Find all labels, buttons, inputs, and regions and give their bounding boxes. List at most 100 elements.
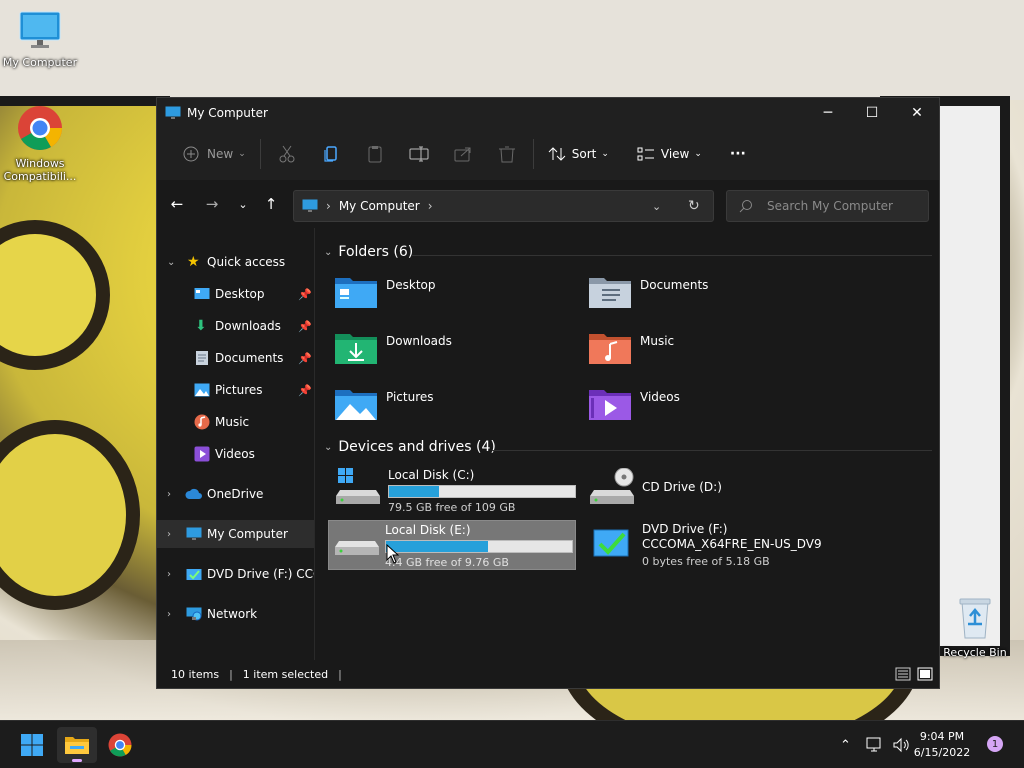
toolbar-divider [259,139,261,169]
drive-tile-c[interactable]: Local Disk (C:) 79.5 GB free of 109 GB [332,466,582,516]
title-bar[interactable]: My Computer ─ ☐ ✕ [157,98,939,128]
drive-tile-e[interactable]: Local Disk (E:) 4.4 GB free of 9.76 GB [328,520,576,570]
drive-tile-d[interactable]: CD Drive (D:) [586,466,836,516]
address-bar[interactable]: › My Computer › ⌄ ↻ [293,190,714,222]
start-button[interactable] [12,727,52,763]
drives-group-header[interactable]: ⌄ Devices and drives (4) [324,439,496,455]
clipboard-icon [368,146,382,163]
share-button[interactable] [441,138,485,170]
drive-tile-f[interactable]: DVD Drive (F:) CCCOMA_X64FRE_EN-US_DV9 0… [586,520,876,570]
sidebar-item-network[interactable]: › Network [157,600,314,628]
windows-logo-icon [21,734,43,756]
folder-tile-documents[interactable]: Documents [588,272,828,322]
forward-button[interactable]: → [200,192,224,216]
toolbar-divider [532,139,534,169]
chevron-down-icon: ⌄ [238,197,248,211]
chevron-down-icon: ⌄ [694,149,702,159]
recent-locations-button[interactable]: ⌄ [231,192,255,216]
taskbar-file-explorer[interactable] [57,727,97,763]
folder-name: Documents [640,278,709,292]
sidebar-item-quick-access[interactable]: ⌄ ★ Quick access [157,248,314,276]
command-bar: New ⌄ Sort ⌄ View ⌄ ··· [157,128,939,180]
pin-icon: 📌 [298,319,312,333]
sort-button[interactable]: Sort ⌄ [538,138,619,170]
chevron-down-icon: ⌄ [324,441,333,453]
chevron-right-icon: › [167,528,171,540]
taskbar: ⌃ 9:04 PM 6/15/2022 [0,720,1024,768]
chevron-down-icon: ⌄ [324,246,333,258]
window-title: My Computer [187,106,268,120]
dvd-drive-icon [186,569,202,580]
drive-name: Local Disk (E:) [385,523,471,537]
status-divider: | [338,667,342,681]
maximize-icon: ☐ [865,105,879,121]
folder-tile-downloads[interactable]: Downloads [334,328,574,378]
clock[interactable]: 9:04 PM 6/15/2022 [912,729,972,761]
refresh-icon[interactable]: ↻ [688,198,700,214]
up-button[interactable]: ↑ [259,192,283,216]
folder-pictures-icon [335,390,377,420]
sidebar-item-dvd-drive[interactable]: › DVD Drive (F:) CCCOMA_X64FRE_EN-US_DV9 [157,560,314,588]
drive-name: DVD Drive (F:) [642,522,728,536]
search-input[interactable]: Search My Computer [726,190,929,222]
recycle-bin-icon [959,598,991,639]
sidebar-item-onedrive[interactable]: › OneDrive [157,480,314,508]
chrome-icon [18,106,62,150]
desktop-icon-chrome[interactable]: Windows Compatibili... [0,105,80,183]
cut-button[interactable] [265,138,309,170]
rename-button[interactable] [397,138,441,170]
desktop-icon-my-computer[interactable]: My Computer [0,10,80,69]
chevron-up-icon: ⌃ [840,737,851,753]
taskbar-chrome[interactable] [100,727,140,763]
folder-tile-desktop[interactable]: Desktop [334,272,574,322]
folder-tile-videos[interactable]: Videos [588,384,828,434]
close-button[interactable]: ✕ [894,98,940,128]
desktop-icon-label: Windows Compatibili... [3,157,77,183]
rename-icon [409,146,429,162]
folder-music-icon [589,334,631,364]
plus-circle-icon [183,146,199,162]
address-history-icon[interactable]: ⌄ [652,200,661,213]
speaker-icon [893,737,909,753]
back-button[interactable]: ← [165,192,189,216]
pin-icon: 📌 [298,287,312,301]
hard-drive-icon [335,541,379,555]
notification-badge[interactable]: 1 [987,736,1003,752]
sidebar-item-desktop[interactable]: Desktop 📌 [157,280,314,308]
volume-tray-button[interactable] [892,721,910,768]
view-button[interactable]: View ⌄ [627,138,712,170]
sidebar-item-documents[interactable]: Documents 📌 [157,344,314,372]
details-view-icon[interactable] [895,667,911,681]
maximize-button[interactable]: ☐ [849,98,895,128]
group-title: Folders (6) [338,244,414,260]
desktop-icon-recycle-bin[interactable]: Recycle Bin [935,596,1015,659]
folders-group-header[interactable]: ⌄ Folders (6) [324,244,413,260]
folder-tile-music[interactable]: Music [588,328,828,378]
show-hidden-icons-button[interactable]: ⌃ [840,721,851,768]
dvd-drive-icon [593,529,629,557]
more-options-button[interactable]: ··· [720,138,756,170]
copy-button[interactable] [309,138,353,170]
new-button[interactable]: New ⌄ [173,138,256,170]
network-tray-button[interactable] [866,721,884,768]
minimize-button[interactable]: ─ [805,98,851,128]
chevron-right-icon: › [167,488,171,500]
paste-button[interactable] [353,138,397,170]
network-icon [186,607,202,621]
folder-tile-pictures[interactable]: Pictures [334,384,574,434]
delete-button[interactable] [485,138,529,170]
clock-date: 6/15/2022 [913,746,971,759]
sidebar-item-pictures[interactable]: Pictures 📌 [157,376,314,404]
tiles-view-icon[interactable] [917,667,933,681]
sidebar-item-my-computer[interactable]: › My Computer [157,520,314,548]
sidebar-item-downloads[interactable]: ⬇ Downloads 📌 [157,312,314,340]
chevron-right-icon: › [167,568,171,580]
sidebar-item-music[interactable]: Music [157,408,314,436]
breadcrumb-item[interactable]: My Computer [339,199,420,213]
sidebar-item-videos[interactable]: Videos [157,440,314,468]
videos-icon [194,446,210,462]
chevron-down-icon: ⌄ [238,149,246,159]
sidebar-item-label: Documents [215,351,284,365]
desktop-icon [194,288,210,299]
copy-icon [324,146,337,162]
